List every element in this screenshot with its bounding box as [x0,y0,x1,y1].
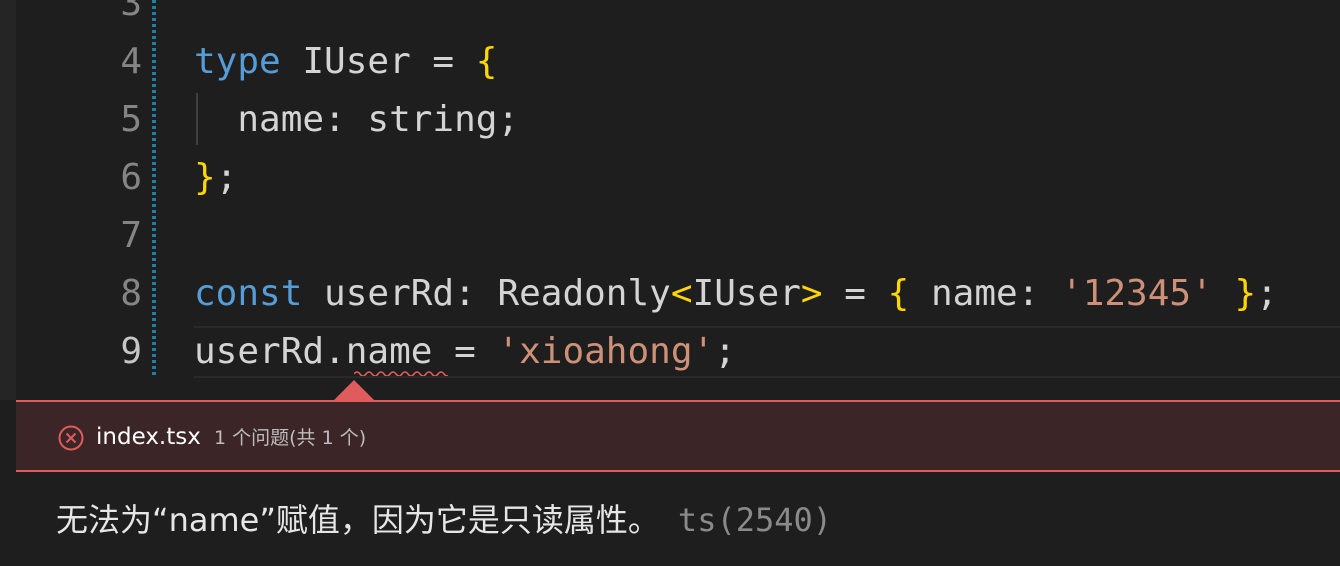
code-token: '12345' [1061,273,1213,314]
line-number: 9 [120,331,142,372]
error-message: 无法为“name”赋值，因为它是只读属性。 ts(2540) [56,496,832,544]
peek-pointer-arrow [334,380,374,400]
line-number: 3 [120,0,142,24]
code-text: userRd.name = 'xioahong'; [194,323,736,381]
code-text: type IUser = { [194,33,497,91]
code-text: }; [194,149,237,207]
code-token: name: [909,273,1062,314]
problems-peek-body: 无法为“name”赋值，因为它是只读属性。 ts(2540) [16,472,1340,566]
code-text: name: string; [194,91,519,149]
code-token: > [800,273,823,314]
code-line-8[interactable]: 8 const userRd: Readonly<IUser> = { name… [16,265,1340,323]
code-token: = [822,273,888,314]
code-line-4[interactable]: 4 type IUser = { [16,33,1340,91]
code-line-3[interactable]: 3 [16,0,1340,33]
code-token: ; [1256,273,1278,314]
peek-filename[interactable]: index.tsx [96,420,201,454]
line-number: 4 [120,41,142,82]
peek-problem-count: 1 个问题(共 1 个) [214,427,367,449]
code-token: name: string; [194,99,520,140]
code-line-7[interactable]: 7 [16,207,1340,265]
code-token: const [194,273,303,314]
line-number: 5 [120,99,142,140]
code-token: } [1234,273,1257,314]
code-line-6[interactable]: 6 }; [16,149,1340,207]
error-message-text: 无法为“name”赋值，因为它是只读属性。 [56,501,660,539]
code-token: } [194,157,216,198]
activity-strip [0,0,16,400]
code-text: const userRd: Readonly<IUser> = { name: … [194,265,1278,323]
code-token: 'xioahong' [497,331,715,372]
line-number: 6 [120,157,142,198]
code-line-5[interactable]: 5 name: string; [16,91,1340,149]
code-token: < [670,273,693,314]
code-token: IUser = [280,41,476,82]
code-token: userRd: Readonly [302,273,671,314]
code-token: { [475,41,498,82]
line-number: 7 [120,215,142,256]
line-number: 8 [120,273,142,314]
code-token: { [887,273,910,314]
code-token: ; [215,157,238,198]
error-squiggle[interactable] [354,370,448,376]
code-token: ; [714,331,736,372]
code-line-9[interactable]: 9 userRd.name = 'xioahong'; [16,323,1340,381]
code-editor[interactable]: 3 4 type IUser = { 5 name: string; 6 }; … [16,0,1340,400]
code-token: userRd.name = [194,331,498,372]
code-token: type [194,41,281,82]
problems-peek-header: index.tsx 1 个问题(共 1 个) [16,400,1340,472]
error-code[interactable]: ts(2540) [678,501,832,539]
error-icon [58,425,84,451]
code-token: IUser [692,273,801,314]
